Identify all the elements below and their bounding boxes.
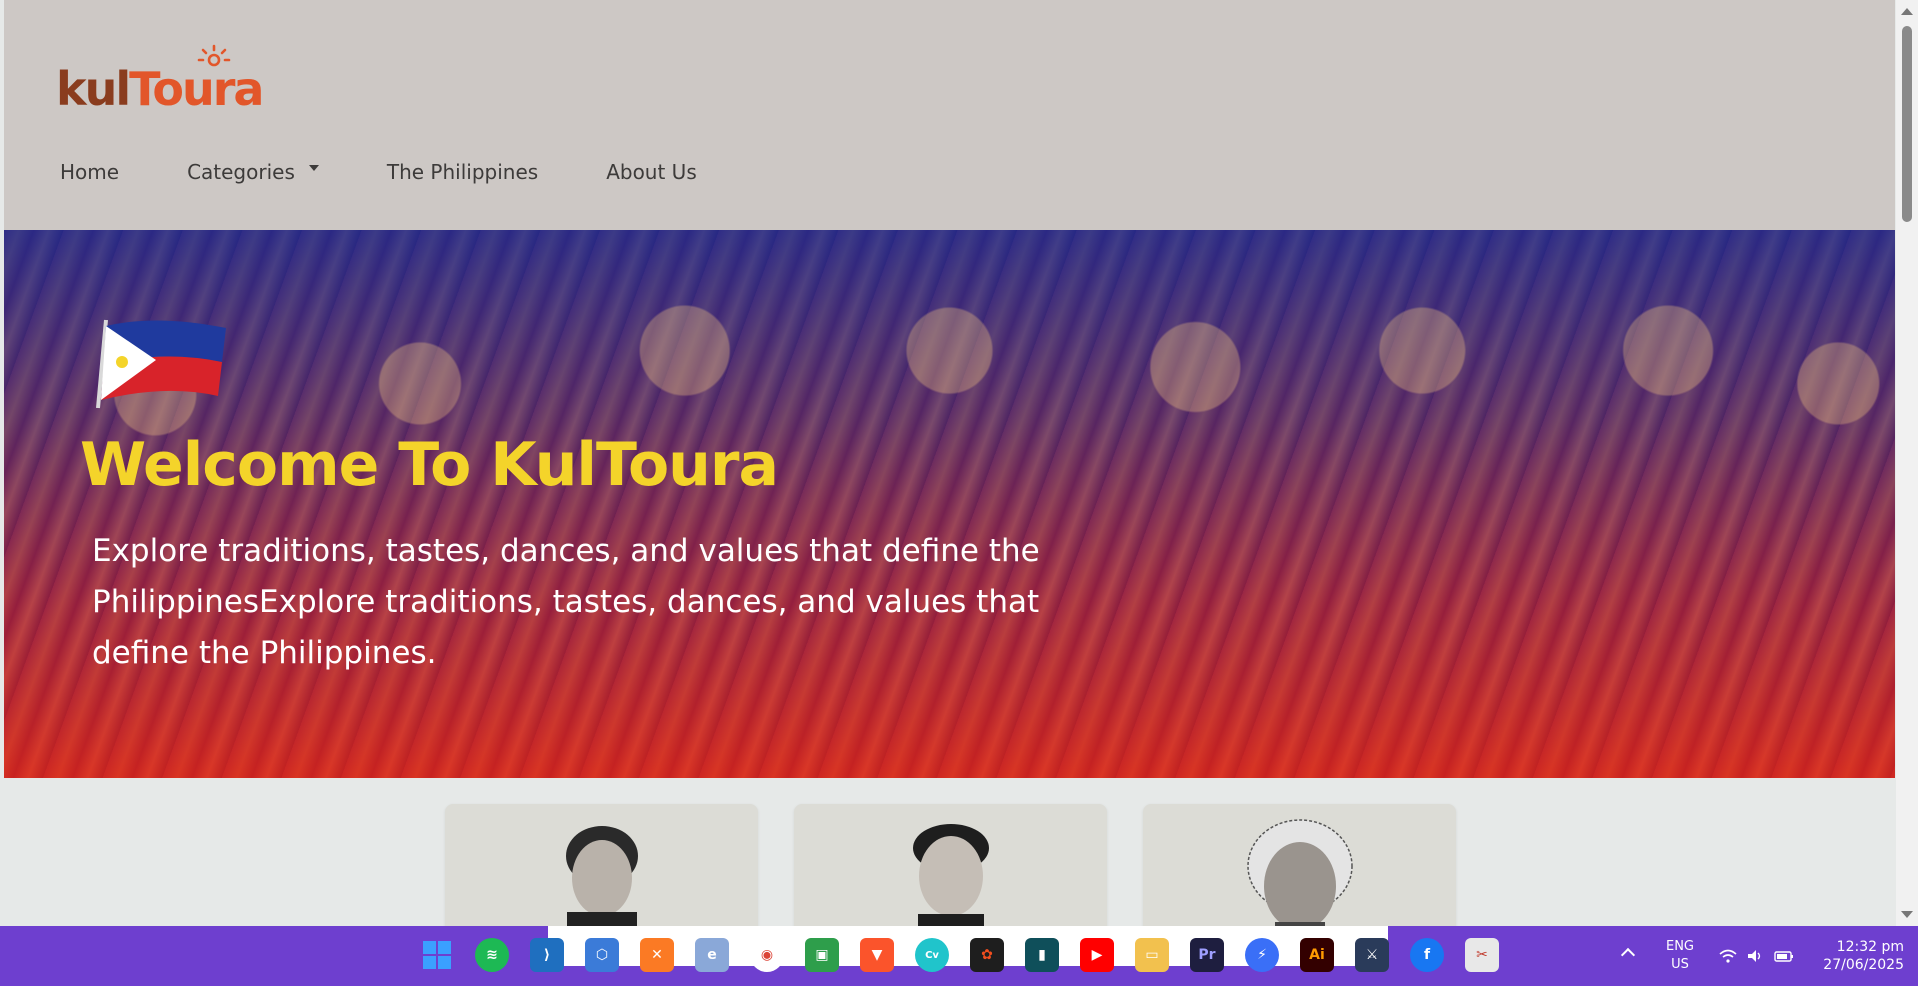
- caret-down-icon: [308, 165, 319, 171]
- language-line1: ENG: [1665, 939, 1694, 954]
- scroll-thumb[interactable]: [1902, 26, 1912, 222]
- philippine-flag-icon: [96, 319, 226, 409]
- main-nav: Home Categories The Philippines About Us: [60, 160, 765, 184]
- wifi-icon[interactable]: [1718, 948, 1738, 964]
- site-header: kulToura Home Categories The Philippines…: [4, 0, 1895, 230]
- hero-card[interactable]: [1143, 804, 1456, 926]
- figma-icon[interactable]: ✿: [970, 938, 1004, 972]
- scroll-down-icon[interactable]: [1901, 911, 1913, 918]
- spotify-icon[interactable]: ≋: [475, 938, 509, 972]
- logo-toura: Toura: [129, 62, 264, 116]
- hero-title: Welcome To KulToura: [80, 430, 779, 500]
- hero-card[interactable]: [794, 804, 1107, 926]
- xampp-icon[interactable]: ✕: [640, 938, 674, 972]
- nav-philippines-label: The Philippines: [386, 160, 539, 184]
- app-hex-icon[interactable]: ⬡: [585, 938, 619, 972]
- browser-viewport: kulToura Home Categories The Philippines…: [0, 0, 1918, 926]
- nav-home-label: Home: [60, 160, 120, 184]
- edge-icon[interactable]: e: [695, 938, 729, 972]
- page-scrollbar[interactable]: [1896, 0, 1918, 926]
- hero-cards-row: [445, 804, 1492, 926]
- language-indicator[interactable]: ENG US: [1660, 938, 1700, 974]
- classroom-icon[interactable]: ▣: [805, 938, 839, 972]
- language-line2: US: [1671, 957, 1689, 972]
- windows-start-icon[interactable]: [420, 938, 454, 972]
- terminal-icon[interactable]: ▮: [1025, 938, 1059, 972]
- snipping-tool-icon[interactable]: ✂: [1465, 938, 1499, 972]
- canva-icon[interactable]: Cv: [915, 938, 949, 972]
- brave-icon[interactable]: ▼: [860, 938, 894, 972]
- portrait-3-icon: [1246, 819, 1353, 926]
- nav-about-us[interactable]: About Us: [606, 160, 697, 184]
- messenger-icon[interactable]: ⚡: [1245, 938, 1279, 972]
- nav-about-label: About Us: [606, 160, 697, 184]
- battery-icon[interactable]: [1774, 947, 1796, 965]
- premiere-pro-icon[interactable]: Pr: [1190, 938, 1224, 972]
- file-explorer-icon[interactable]: ▭: [1135, 938, 1169, 972]
- scroll-up-icon[interactable]: [1901, 8, 1913, 15]
- kultoura-logo[interactable]: kulToura: [56, 44, 266, 116]
- nav-categories-label: Categories: [187, 160, 295, 184]
- nav-categories[interactable]: Categories: [187, 160, 319, 184]
- hero-banner: Welcome To KulToura Explore traditions, …: [4, 230, 1895, 778]
- logo-kul: kul: [56, 62, 131, 116]
- portrait-1-icon: [565, 826, 638, 926]
- vscode-icon[interactable]: ⟩: [530, 938, 564, 972]
- illustrator-icon[interactable]: Ai: [1300, 938, 1334, 972]
- youtube-icon[interactable]: ▶: [1080, 938, 1114, 972]
- chrome-icon[interactable]: ◉: [750, 938, 784, 972]
- clock-date: 27/06/2025: [1823, 957, 1904, 973]
- hero-subtitle: Explore traditions, tastes, dances, and …: [92, 533, 1040, 671]
- nav-the-philippines[interactable]: The Philippines: [387, 160, 538, 184]
- portrait-2-icon: [912, 824, 989, 926]
- volume-icon[interactable]: [1746, 948, 1764, 964]
- taskbar-clock[interactable]: 12:32 pm 27/06/2025: [1812, 938, 1904, 974]
- logo-text: kulToura: [56, 62, 264, 116]
- facebook-icon[interactable]: f: [1410, 938, 1444, 972]
- show-hidden-icons-icon[interactable]: [1620, 947, 1636, 963]
- game-icon[interactable]: ⚔: [1355, 938, 1389, 972]
- hero-card[interactable]: [445, 804, 758, 926]
- web-page: kulToura Home Categories The Philippines…: [4, 0, 1895, 926]
- windows-taskbar: ≋ ⟩ ⬡ ✕ e ◉ ▣ ▼ Cv ✿ ▮ ▶ ▭ Pr ⚡ Ai ⚔ f ✂…: [0, 926, 1918, 986]
- hero-background-image: [4, 230, 1895, 778]
- nav-home[interactable]: Home: [60, 160, 119, 184]
- clock-time: 12:32 pm: [1836, 939, 1904, 955]
